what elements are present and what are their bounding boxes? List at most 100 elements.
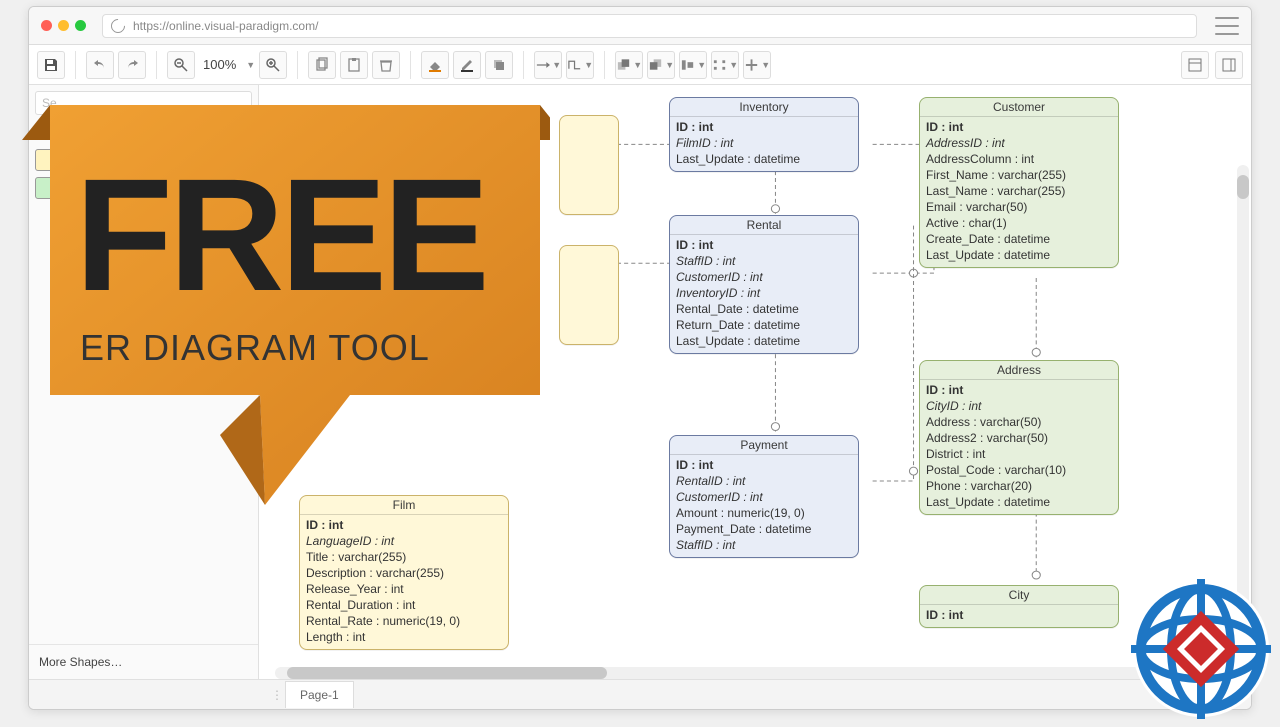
entity-field: ID : int (926, 607, 1112, 623)
horizontal-scrollbar[interactable] (275, 667, 1241, 679)
align-button[interactable]: ▼ (679, 51, 707, 79)
zoom-controls: 100% ▼ (167, 51, 287, 79)
add-button[interactable]: ▼ (743, 51, 771, 79)
zoom-out-button[interactable] (167, 51, 195, 79)
entity-shape-thumb-alt[interactable] (35, 177, 67, 199)
entity-field: Length : int (306, 629, 502, 645)
entity-shape-thumb[interactable] (35, 149, 67, 171)
vertical-scrollbar[interactable] (1237, 165, 1249, 639)
entity-title: Film (300, 496, 508, 515)
entity-title: Payment (670, 436, 858, 455)
chevron-down-icon[interactable]: ▼ (246, 60, 255, 70)
section-label: En (46, 125, 61, 139)
entity-field: Title : varchar(255) (306, 549, 502, 565)
entity-field: CustomerID : int (676, 269, 852, 285)
entity-field: ID : int (926, 382, 1112, 398)
entity-title: Inventory (670, 98, 858, 117)
app-window: https://online.visual-paradigm.com/ 100%… (28, 6, 1252, 710)
drag-handle-icon[interactable]: ⋮ (269, 680, 285, 709)
redo-button[interactable] (118, 51, 146, 79)
entity-field: Release_Year : int (306, 581, 502, 597)
entity-field: Postal_Code : varchar(10) (926, 462, 1112, 478)
entity-field: First_Name : varchar(255) (926, 167, 1112, 183)
entity-field: ID : int (306, 517, 502, 533)
waypoint-style-button[interactable]: ▼ (566, 51, 594, 79)
entity-field: Address : varchar(50) (926, 414, 1112, 430)
entity-field: Create_Date : datetime (926, 231, 1112, 247)
save-button[interactable] (37, 51, 65, 79)
shadow-button[interactable] (485, 51, 513, 79)
entity-field: Rental_Rate : numeric(19, 0) (306, 613, 502, 629)
entity-field: Last_Name : varchar(255) (926, 183, 1112, 199)
to-back-button[interactable]: ▼ (647, 51, 675, 79)
format-panel-button[interactable] (1215, 51, 1243, 79)
shapes-sidebar: Se ▾ En More Shapes… (29, 85, 259, 679)
menu-icon[interactable] (1215, 17, 1239, 35)
connector-style-button[interactable]: ▼ (534, 51, 562, 79)
page-tab-bar: ⋮ Page-1 (29, 679, 1251, 709)
to-front-button[interactable]: ▼ (615, 51, 643, 79)
entity-title: City (920, 586, 1118, 605)
entity-partial[interactable] (559, 245, 619, 345)
close-icon[interactable] (41, 20, 52, 31)
toolbar: 100% ▼ ▼ ▼ ▼ ▼ ▼ ▼ ▼ (29, 45, 1251, 85)
page-tab[interactable]: Page-1 (285, 681, 354, 708)
entity-title: Address (920, 361, 1118, 380)
entity-field: AddressID : int (926, 135, 1112, 151)
entity-title: Customer (920, 98, 1118, 117)
entity-field: ID : int (676, 237, 852, 253)
entity-field: FilmID : int (676, 135, 852, 151)
entity-field: StaffID : int (676, 253, 852, 269)
maximize-icon[interactable] (75, 20, 86, 31)
more-shapes-link[interactable]: More Shapes… (29, 644, 258, 679)
entity-field: Rental_Date : datetime (676, 301, 852, 317)
entity-field: Return_Date : datetime (676, 317, 852, 333)
chevron-down-icon: ▾ (35, 127, 40, 138)
copy-button[interactable] (308, 51, 336, 79)
entity-film[interactable]: Film ID : intLanguageID : intTitle : varc… (299, 495, 509, 650)
entity-city[interactable]: City ID : int (919, 585, 1119, 628)
entity-field: ID : int (676, 119, 852, 135)
distribute-button[interactable]: ▼ (711, 51, 739, 79)
entity-partial[interactable] (559, 115, 619, 215)
entity-address[interactable]: Address ID : intCityID : intAddress : var… (919, 360, 1119, 515)
paste-button[interactable] (340, 51, 368, 79)
entity-field: Last_Update : datetime (676, 333, 852, 349)
entity-field: Payment_Date : datetime (676, 521, 852, 537)
main-area: Se ▾ En More Shapes… (29, 85, 1251, 679)
entity-rental[interactable]: Rental ID : intStaffID : intCustomerID : … (669, 215, 859, 354)
minimize-icon[interactable] (58, 20, 69, 31)
entity-field: AddressColumn : int (926, 151, 1112, 167)
search-shapes-input[interactable]: Se (35, 91, 252, 115)
undo-button[interactable] (86, 51, 114, 79)
entity-field: ID : int (676, 457, 852, 473)
zoom-in-button[interactable] (259, 51, 287, 79)
delete-button[interactable] (372, 51, 400, 79)
entity-field: Email : varchar(50) (926, 199, 1112, 215)
entity-field: Last_Update : datetime (676, 151, 852, 167)
entity-field: Last_Update : datetime (926, 247, 1112, 263)
outline-panel-button[interactable] (1181, 51, 1209, 79)
entity-payment[interactable]: PaymentID : intRentalID : intCustomerID … (669, 435, 859, 558)
reload-icon[interactable] (108, 16, 128, 36)
entity-title: Rental (670, 216, 858, 235)
url-text: https://online.visual-paradigm.com/ (133, 19, 318, 33)
shapes-palette (29, 143, 258, 205)
entity-field: LanguageID : int (306, 533, 502, 549)
entity-field: CityID : int (926, 398, 1112, 414)
zoom-level[interactable]: 100% (199, 57, 240, 72)
entity-field: Rental_Duration : int (306, 597, 502, 613)
entity-inventory[interactable]: Inventory ID : intFilmID : intLast_Update… (669, 97, 859, 172)
entity-field: Active : char(1) (926, 215, 1112, 231)
window-controls (41, 20, 86, 31)
entity-field: Description : varchar(255) (306, 565, 502, 581)
canvas[interactable]: InventoryID : intFilmID : intLast_Update… (259, 85, 1251, 679)
entity-customer[interactable]: CustomerID : intAddressID : intAddressCo… (919, 97, 1119, 268)
sidebar-section[interactable]: ▾ En (29, 121, 258, 143)
entity-field: Amount : numeric(19, 0) (676, 505, 852, 521)
url-bar[interactable]: https://online.visual-paradigm.com/ (102, 14, 1197, 38)
line-color-button[interactable] (453, 51, 481, 79)
fill-color-button[interactable] (421, 51, 449, 79)
entity-field: InventoryID : int (676, 285, 852, 301)
entity-field: District : int (926, 446, 1112, 462)
